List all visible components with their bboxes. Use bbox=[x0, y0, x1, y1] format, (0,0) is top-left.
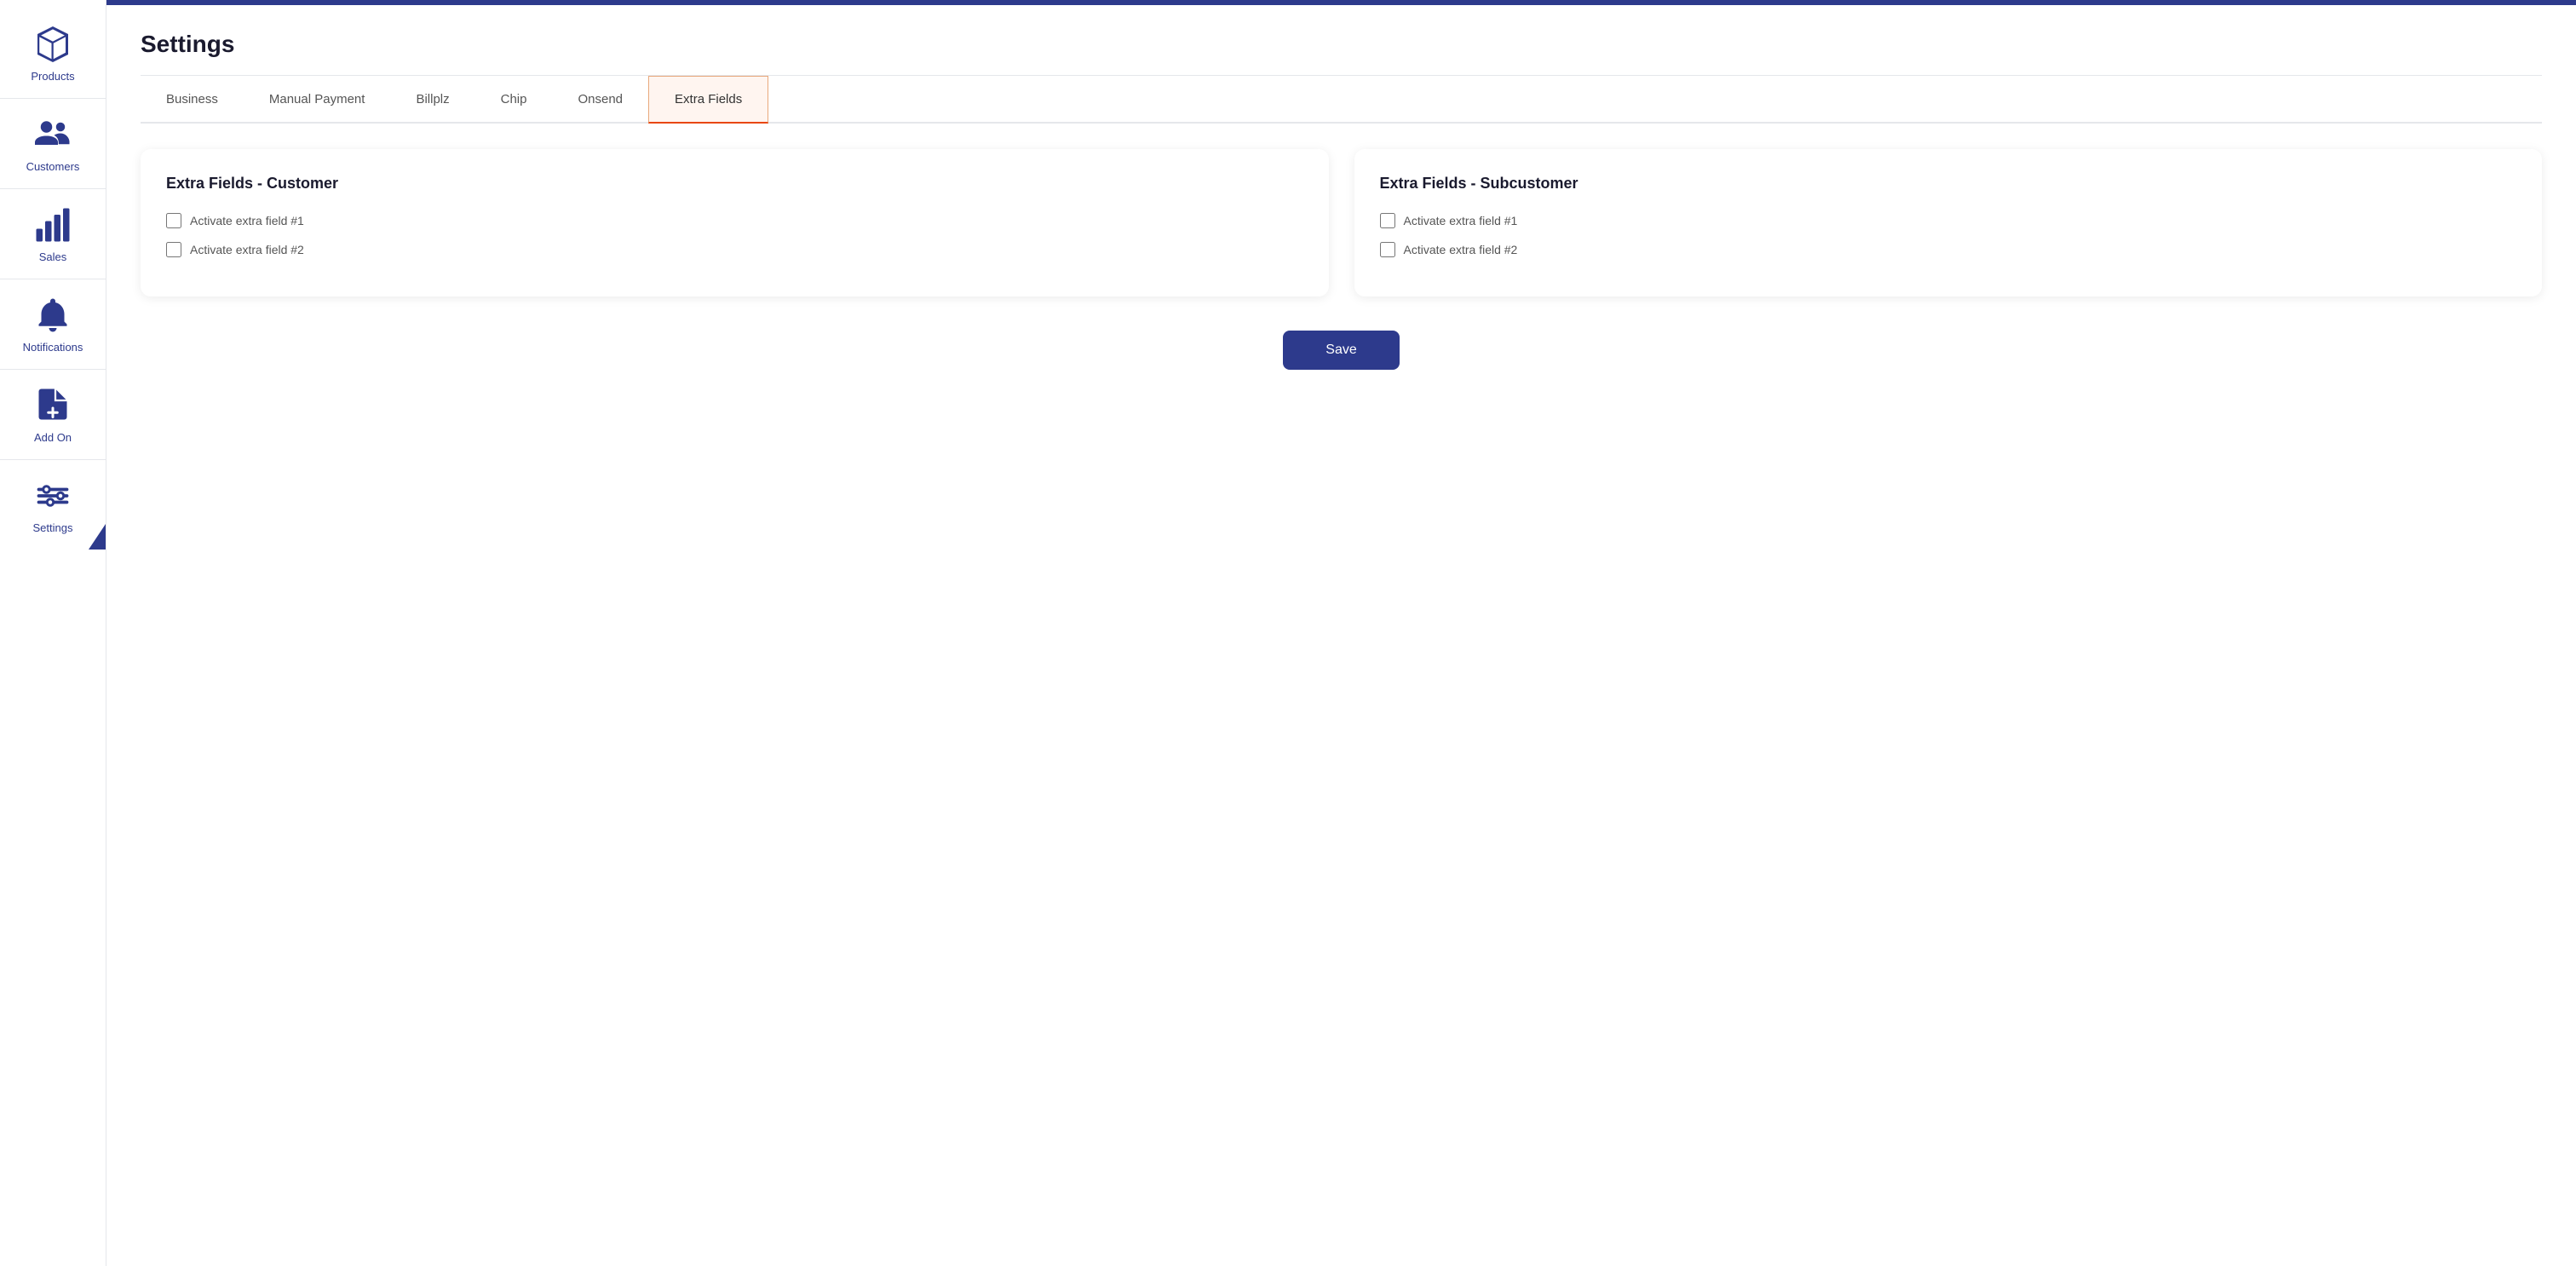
bell-icon bbox=[32, 295, 73, 336]
sidebar-item-settings-label: Settings bbox=[33, 521, 73, 534]
sidebar-item-customers-label: Customers bbox=[26, 160, 80, 173]
settings-icon bbox=[32, 475, 73, 516]
sidebar-item-addon[interactable]: Add On bbox=[0, 370, 106, 460]
sidebar-item-notifications-label: Notifications bbox=[23, 341, 83, 354]
tab-business[interactable]: Business bbox=[141, 76, 244, 122]
page-title: Settings bbox=[141, 31, 2542, 58]
subcustomer-field-1-row[interactable]: Activate extra field #1 bbox=[1380, 213, 2517, 228]
box-icon bbox=[32, 24, 73, 65]
customer-card-title: Extra Fields - Customer bbox=[166, 175, 1303, 193]
save-area: Save bbox=[141, 331, 2542, 370]
sidebar: Products Customers Sales Notifications bbox=[0, 0, 106, 1266]
sidebar-item-notifications[interactable]: Notifications bbox=[0, 279, 106, 370]
main-content: Settings Business Manual Payment Billplz… bbox=[106, 0, 2576, 1266]
tab-onsend[interactable]: Onsend bbox=[552, 76, 648, 122]
subcustomer-card-title: Extra Fields - Subcustomer bbox=[1380, 175, 2517, 193]
tab-billplz[interactable]: Billplz bbox=[390, 76, 474, 122]
customer-field-1-label: Activate extra field #1 bbox=[190, 214, 304, 227]
customer-field-2-row[interactable]: Activate extra field #2 bbox=[166, 242, 1303, 257]
sales-icon bbox=[32, 204, 73, 245]
customer-field-1-checkbox[interactable] bbox=[166, 213, 181, 228]
tab-extra-fields[interactable]: Extra Fields bbox=[648, 76, 768, 124]
subcustomer-field-2-label: Activate extra field #2 bbox=[1404, 243, 1518, 256]
customers-icon bbox=[32, 114, 73, 155]
tab-manual-payment[interactable]: Manual Payment bbox=[244, 76, 391, 122]
sidebar-item-sales-label: Sales bbox=[39, 250, 67, 263]
subcustomer-field-2-checkbox[interactable] bbox=[1380, 242, 1395, 257]
customer-field-2-label: Activate extra field #2 bbox=[190, 243, 304, 256]
customer-card: Extra Fields - Customer Activate extra f… bbox=[141, 149, 1329, 296]
sidebar-item-sales[interactable]: Sales bbox=[0, 189, 106, 279]
save-button[interactable]: Save bbox=[1283, 331, 1399, 370]
customer-field-2-checkbox[interactable] bbox=[166, 242, 181, 257]
sidebar-item-addon-label: Add On bbox=[34, 431, 72, 444]
sidebar-item-settings[interactable]: Settings bbox=[0, 460, 106, 550]
content-area: Settings Business Manual Payment Billplz… bbox=[106, 5, 2576, 1266]
tab-chip[interactable]: Chip bbox=[475, 76, 553, 122]
sidebar-item-customers[interactable]: Customers bbox=[0, 99, 106, 189]
subcustomer-card: Extra Fields - Subcustomer Activate extr… bbox=[1354, 149, 2543, 296]
extra-fields-cards: Extra Fields - Customer Activate extra f… bbox=[141, 149, 2542, 296]
sidebar-item-products[interactable]: Products bbox=[0, 9, 106, 99]
addon-icon bbox=[32, 385, 73, 426]
settings-tabs: Business Manual Payment Billplz Chip Ons… bbox=[141, 76, 2542, 124]
customer-field-1-row[interactable]: Activate extra field #1 bbox=[166, 213, 1303, 228]
sidebar-item-products-label: Products bbox=[31, 70, 74, 83]
subcustomer-field-2-row[interactable]: Activate extra field #2 bbox=[1380, 242, 2517, 257]
subcustomer-field-1-checkbox[interactable] bbox=[1380, 213, 1395, 228]
subcustomer-field-1-label: Activate extra field #1 bbox=[1404, 214, 1518, 227]
